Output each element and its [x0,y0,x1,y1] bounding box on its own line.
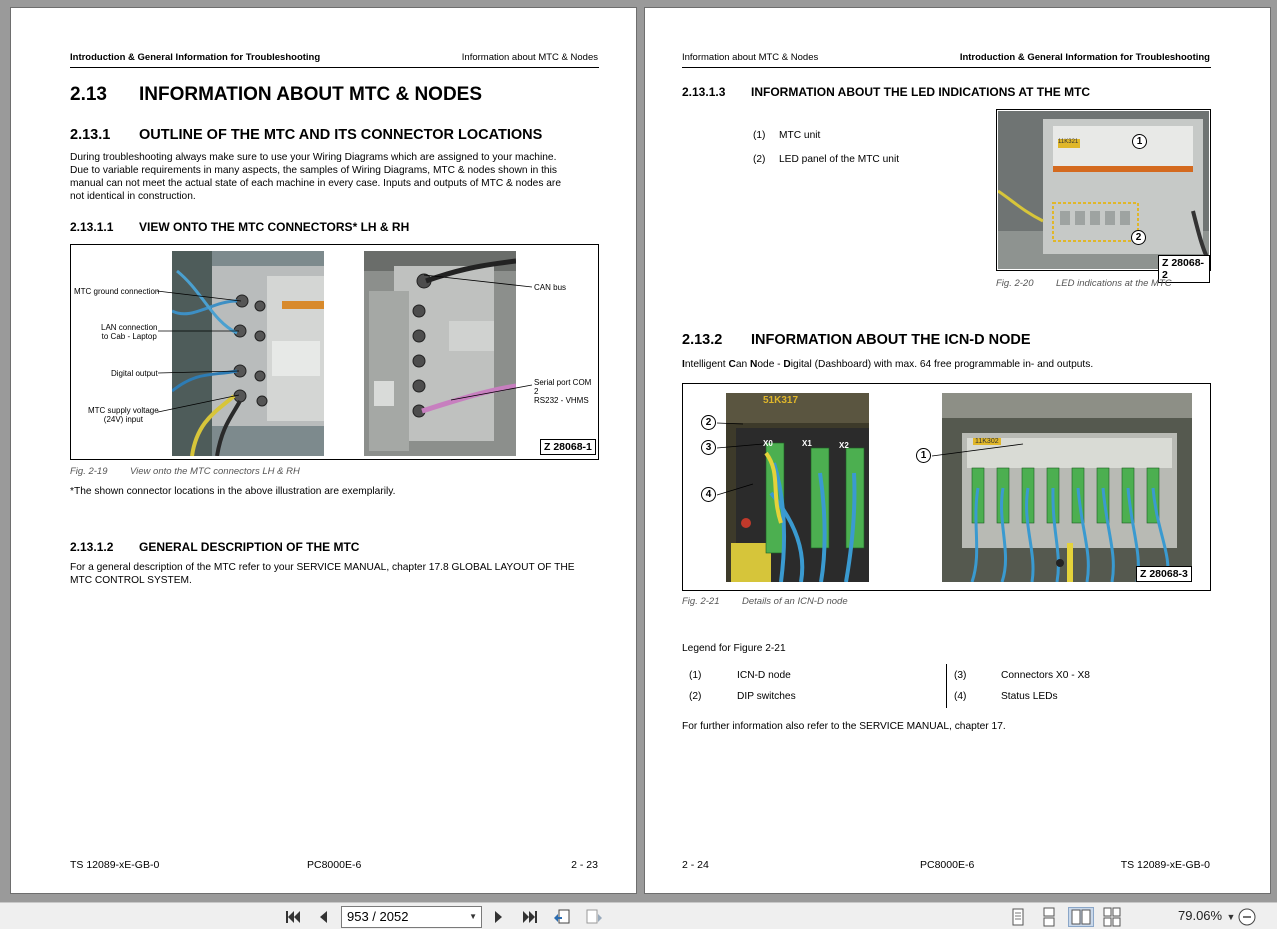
next-page-icon[interactable] [489,907,509,927]
section-2-13-1-3-heading: 2.13.1.3 INFORMATION ABOUT THE LED INDICA… [682,85,1091,99]
section-2-13-2-heading: 2.13.2 INFORMATION ABOUT THE ICN-D NODE [682,332,1031,348]
led-item-2: (2) LED panel of the MTC unit [753,154,900,165]
footer-center: PC8000E-6 [920,859,975,871]
page-number-input[interactable]: 953 / 2052 ▼ [341,906,482,928]
section-2-13-1-heading: 2.13.1 OUTLINE OF THE MTC AND ITS CONNECT… [70,127,543,143]
leader-lines [156,274,533,413]
two-page-icon[interactable] [1068,907,1094,927]
legend-item-3: (3) Connectors X0 - X8 [954,670,1090,681]
header-rule [70,67,599,68]
figure-2-20: 11K321 1 2 Z 28068-2 [996,109,1211,283]
led-item-1: (1) MTC unit [753,130,821,141]
left-page: Introduction & General Information for T… [10,7,637,894]
legend-title: Legend for Figure 2-21 [682,643,786,654]
facing-continuous-icon[interactable] [1102,907,1122,927]
legend-item-4: (4) Status LEDs [954,691,1058,702]
prev-page-icon[interactable] [313,907,333,927]
header-right: Information about MTC & Nodes [461,52,598,63]
section-2-13-1-2-body: For a general description of the MTC ref… [70,562,575,586]
go-forward-icon[interactable] [584,907,604,927]
footer-left: TS 12089-xE-GB-0 [70,859,160,871]
figure-2-20-marker-2: 2 [1131,230,1146,245]
figure-2-21-zlabel: Z 28068-3 [1136,566,1192,582]
first-page-icon[interactable] [283,907,303,927]
figure-2-20-caption: Fig. 2-20 LED indications at the MTC [996,278,1172,289]
footnote: *The shown connector locations in the ab… [70,486,396,497]
footer-center: PC8000E-6 [307,859,362,871]
zoom-out-icon[interactable] [1237,907,1257,927]
mtc-unit-label: 11K321 [1058,139,1079,145]
figure-2-21-leaders [716,422,1024,496]
section-2-13-1-1-heading: 2.13.1.1 VIEW ONTO THE MTC CONNECTORS* LH… [70,220,410,234]
footer-page-number: 2 - 23 [571,859,598,871]
header-left: Introduction & General Information for T… [70,52,321,63]
section-2-13-1-2-heading: 2.13.1.2 GENERAL DESCRIPTION OF THE MTC [70,540,360,554]
figure-2-19-zlabel: Z 28068-1 [540,439,596,455]
legend-separator [946,664,947,708]
last-page-icon[interactable] [520,907,540,927]
header-right: Introduction & General Information for T… [959,52,1210,63]
mtc-led-photo [998,111,1209,269]
figure-2-19-caption: Fig. 2-19 View onto the MTC connectors LH… [70,466,300,477]
single-page-icon[interactable] [1008,907,1028,927]
footer-right: TS 12089-xE-GB-0 [1120,859,1210,871]
legend-item-2: (2) DIP switches [689,691,796,702]
header-rule [682,67,1211,68]
viewer-toolbar: 953 / 2052 ▼ 79.06% ▼ [0,902,1277,929]
footer-page-number: 2 - 24 [682,859,709,871]
figure-2-19: MTC ground connection LAN connection to … [70,244,599,460]
figure-2-21: 51K317 X0 X1 X2 11K302 2 3 4 1 Z 28068-3 [682,383,1211,591]
continuous-icon[interactable] [1039,907,1059,927]
zoom-level[interactable]: 79.06% [1178,908,1222,923]
figure-2-20-marker-1: 1 [1132,134,1147,149]
section-2-13-1-body: During troubleshooting always make sure … [70,152,561,202]
go-back-icon[interactable] [552,907,572,927]
section-2-13-heading: 2.13 INFORMATION ABOUT MTC & NODES [70,84,483,105]
header-left: Information about MTC & Nodes [682,52,819,63]
right-page: Information about MTC & Nodes Introducti… [644,7,1271,894]
page-dropdown-icon[interactable]: ▼ [469,907,477,927]
legend-item-1: (1) ICN-D node [689,670,791,681]
further-info: For further information also refer to th… [682,721,1006,732]
icn-d-intro: Intelligent Can Node - Digital (Dashboar… [682,359,1094,370]
figure-2-21-caption: Fig. 2-21 Details of an ICN-D node [682,596,848,607]
